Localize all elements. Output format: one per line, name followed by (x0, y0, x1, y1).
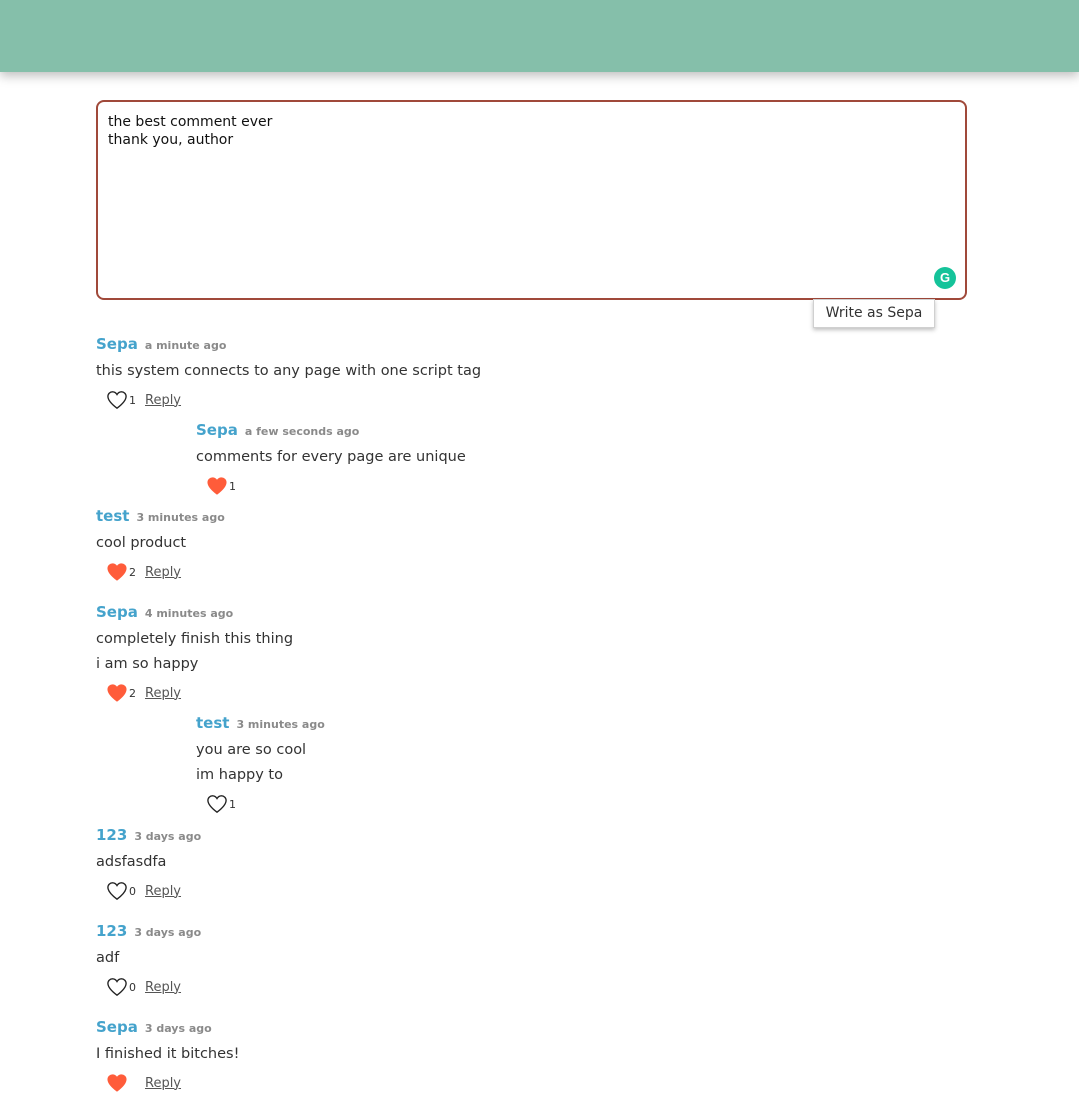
heart-outline-icon[interactable] (206, 794, 228, 814)
comment-author[interactable]: Sepa (196, 421, 238, 439)
comment-text-line: completely finish this thing (96, 631, 294, 647)
grammarly-icon[interactable]: G (934, 267, 956, 289)
comment-text: comments for every page are unique (196, 449, 466, 465)
comment-author[interactable]: 123 (96, 826, 127, 844)
comment-time: 3 days ago (144, 1022, 212, 1035)
comment-author[interactable]: Sepa (96, 335, 138, 353)
comment-editor-text[interactable]: the best comment ever thank you, author (108, 113, 948, 149)
comment-author[interactable]: Sepa (96, 1018, 138, 1036)
like-count: 1 (129, 393, 136, 407)
like-count: 0 (129, 884, 136, 898)
heart-filled-icon[interactable] (206, 476, 228, 496)
comment-text: cool product (96, 535, 187, 551)
heart-filled-icon[interactable] (106, 683, 128, 703)
reply-comment: Sepa a few seconds ago comments for every… (196, 420, 466, 500)
comment-author[interactable]: test (96, 507, 129, 525)
comment: Sepa 4 minutes ago completely finish this… (96, 602, 293, 707)
comment-time: 3 minutes ago (236, 718, 325, 731)
heart-filled-icon[interactable] (106, 1073, 128, 1093)
comment-time: 3 days ago (134, 830, 202, 843)
reply-link[interactable]: Reply (145, 565, 181, 580)
top-header-bar (0, 0, 1079, 72)
like-count: 0 (129, 980, 136, 994)
comment-author[interactable]: test (196, 714, 229, 732)
like-count: 1 (229, 479, 236, 493)
comment-editor[interactable]: the best comment ever thank you, author … (96, 100, 967, 300)
comment: 123 3 days ago adf 0 Reply (96, 921, 201, 1001)
comment: test 3 minutes ago cool product 2 Reply (96, 506, 225, 586)
comment-text: I finished it bitches! (96, 1046, 240, 1062)
comment-author[interactable]: 123 (96, 922, 127, 940)
comment-time: 4 minutes ago (144, 607, 234, 620)
reply-link[interactable]: Reply (145, 393, 181, 408)
reply-link[interactable]: Reply (145, 980, 181, 995)
comment-author[interactable]: Sepa (96, 603, 138, 621)
comment-text: adf (96, 950, 120, 966)
heart-filled-icon[interactable] (106, 562, 128, 582)
heart-outline-icon[interactable] (106, 390, 128, 410)
write-as-button[interactable]: Write as Sepa (813, 299, 935, 328)
reply-link[interactable]: Reply (145, 884, 181, 899)
comment-time: 3 days ago (134, 926, 202, 939)
comment-time: a few seconds ago (244, 425, 360, 438)
reply-link[interactable]: Reply (145, 686, 181, 701)
comment: Sepa 3 days ago I finished it bitches! Re… (96, 1017, 239, 1097)
comment: Sepa a minute ago this system connects to… (96, 334, 481, 414)
comment-text-line: you are so cool (196, 742, 307, 758)
heart-outline-icon[interactable] (106, 881, 128, 901)
like-count: 2 (129, 565, 136, 579)
comment-time: a minute ago (144, 339, 227, 352)
comment-text: this system connects to any page with on… (96, 363, 482, 379)
comment: 123 3 days ago adsfasdfa 0 Reply (96, 825, 201, 905)
like-count: 1 (229, 797, 236, 811)
comment-text-line: i am so happy (96, 656, 199, 672)
comment-text: adsfasdfa (96, 854, 167, 870)
comment-text-line: im happy to (196, 767, 283, 783)
reply-comment: test 3 minutes ago you are so cool im hap… (196, 713, 325, 818)
heart-outline-icon[interactable] (106, 977, 128, 997)
like-count: 2 (129, 686, 136, 700)
comment-time: 3 minutes ago (136, 511, 225, 524)
